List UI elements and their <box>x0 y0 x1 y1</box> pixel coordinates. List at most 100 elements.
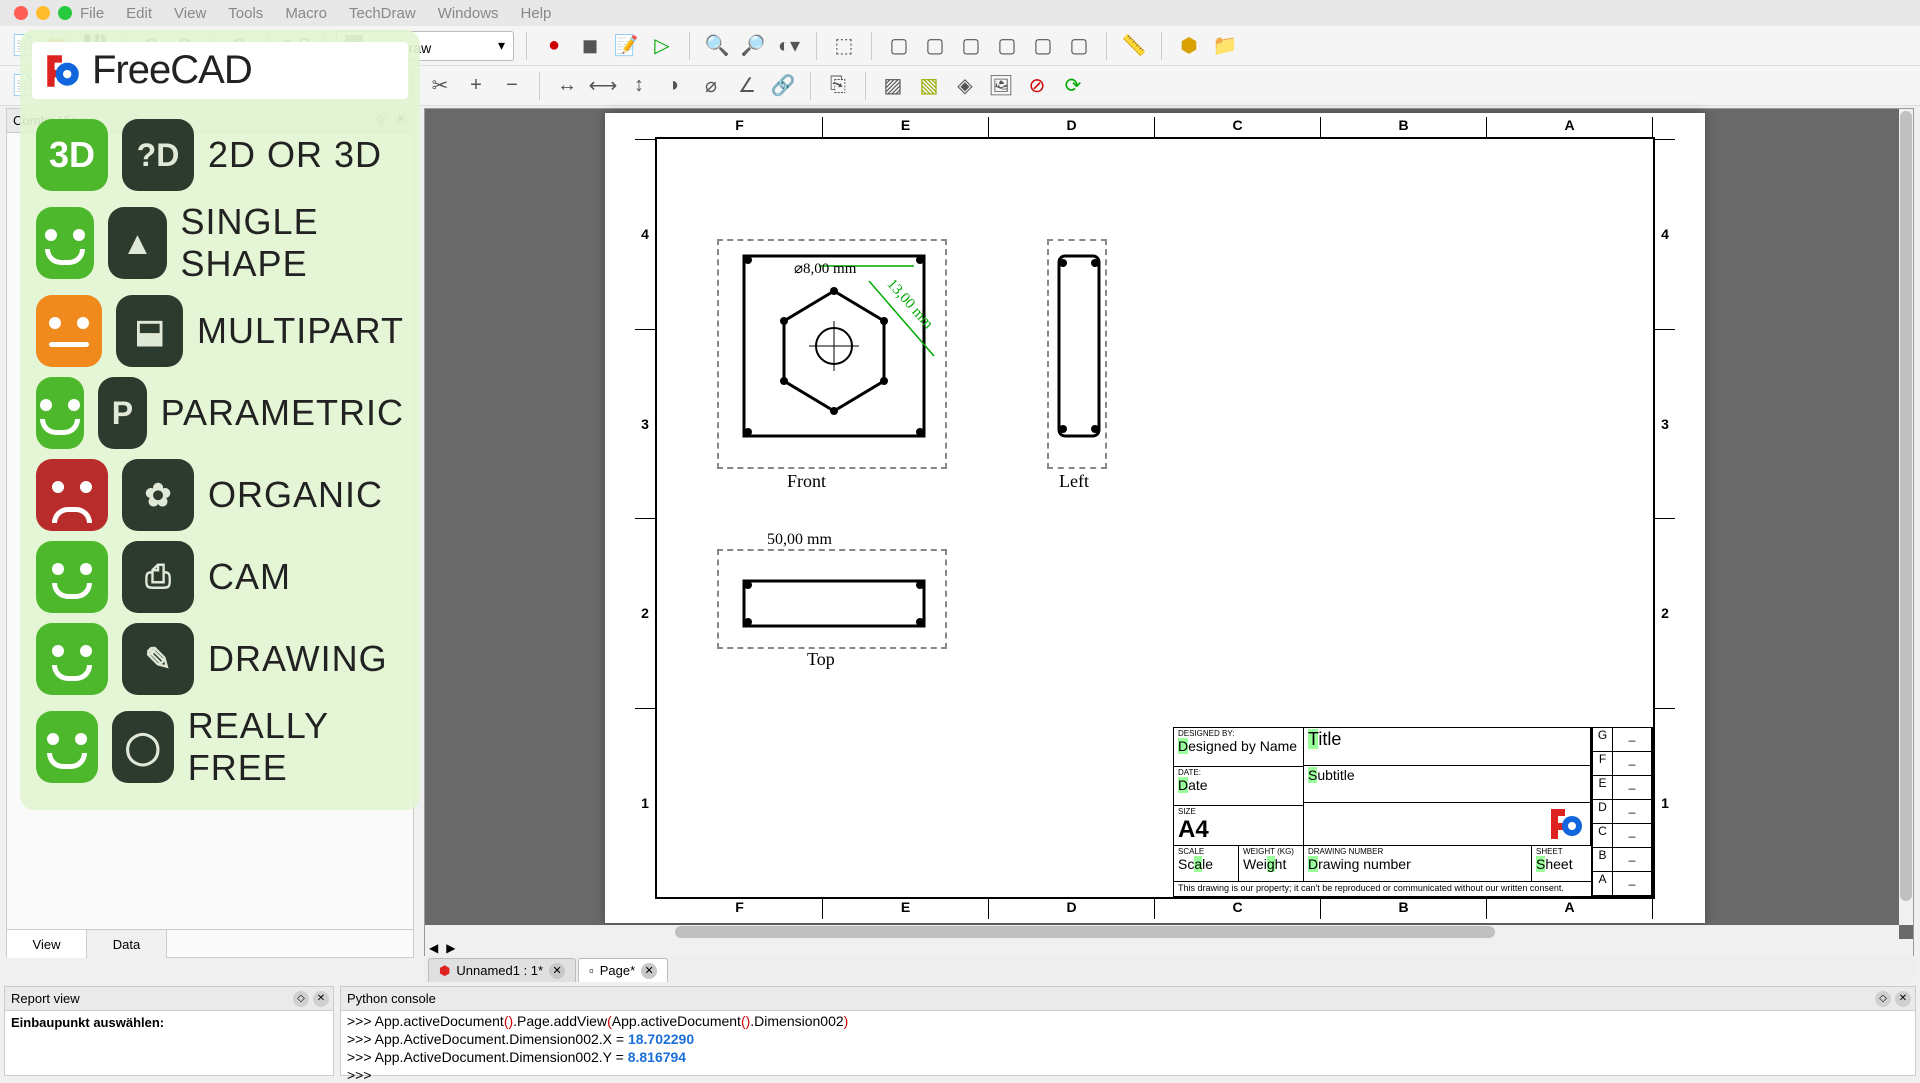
feature-row: ✎Drawing <box>36 623 404 695</box>
dim-length-icon[interactable]: ↔ <box>552 71 582 101</box>
part-icon[interactable]: ⬢ <box>1174 31 1204 61</box>
feature-label: Single Shape <box>181 201 404 285</box>
dim-diameter-icon[interactable]: ⌀ <box>696 71 726 101</box>
geomhatch-icon[interactable]: ▧ <box>914 71 944 101</box>
dim-angle-icon[interactable]: ∠ <box>732 71 762 101</box>
macro-play-icon[interactable]: ▷ <box>647 31 677 61</box>
legal-text: This drawing is our property; it can't b… <box>1174 882 1592 896</box>
menu-techdraw[interactable]: TechDraw <box>349 5 416 22</box>
panel-float-icon[interactable]: ◇ <box>1875 991 1891 1007</box>
face-green-icon <box>36 623 108 695</box>
drawing-viewport[interactable]: FEDCBA FEDCBA 1234 1234 ⌀8,00 mm 13,00 m… <box>424 108 1914 958</box>
fit-sel-icon[interactable]: 🔎 <box>738 31 768 61</box>
measure-icon[interactable]: 📏 <box>1119 31 1149 61</box>
group-icon[interactable]: 📁 <box>1210 31 1240 61</box>
face-green-icon <box>36 207 94 279</box>
window-controls[interactable] <box>14 6 72 20</box>
dim-link-icon[interactable]: 🔗 <box>768 71 798 101</box>
python-console-output[interactable]: >>> App.activeDocument().Page.addView(Ap… <box>341 1011 1915 1083</box>
panel-close-icon[interactable]: ✕ <box>1895 991 1911 1007</box>
clip-add-icon[interactable]: + <box>461 71 491 101</box>
doc-tab-page[interactable]: ▫Page*✕ <box>578 958 668 982</box>
fit-all-icon[interactable]: 🔍 <box>702 31 732 61</box>
feature-glyph-icon: ✿ <box>122 459 194 531</box>
menu-view[interactable]: View <box>174 5 206 22</box>
feature-label: Multipart <box>197 310 404 352</box>
close-icon[interactable]: ✕ <box>549 963 565 979</box>
report-title: Report view <box>11 991 80 1006</box>
nav-next-icon[interactable]: ▶ <box>446 941 455 955</box>
menu-macro[interactable]: Macro <box>285 5 327 22</box>
menu-windows[interactable]: Windows <box>438 5 499 22</box>
menu-file[interactable]: File <box>80 5 104 22</box>
python-console-panel: Python console◇✕ >>> App.activeDocument(… <box>340 986 1916 1076</box>
combo-tab-data[interactable]: Data <box>87 930 167 958</box>
freecad-logo: FreeCAD <box>32 42 408 99</box>
face-green-icon <box>36 541 108 613</box>
redraw-icon[interactable]: ⟳ <box>1058 71 1088 101</box>
view-front[interactable]: ⌀8,00 mm 13,00 mm <box>717 239 947 469</box>
feature-label: Really Free <box>188 705 404 789</box>
iso-icon[interactable]: ⬚ <box>829 31 859 61</box>
report-message: Einbaupunkt auswählen: <box>11 1015 164 1030</box>
drawstyle-icon[interactable]: ◐▾ <box>774 31 804 61</box>
horizontal-scrollbar[interactable] <box>425 925 1899 939</box>
view-left-icon[interactable]: ▢ <box>1064 31 1094 61</box>
view-top-icon[interactable]: ▢ <box>920 31 950 61</box>
image-icon[interactable]: 🖼 <box>986 71 1016 101</box>
feature-label: Organic <box>208 474 383 516</box>
feature-overlay: FreeCAD 3D?D2D or 3D▲Single Shape⬓Multip… <box>20 30 420 810</box>
macro-stop-icon[interactable]: ◼ <box>575 31 605 61</box>
feature-label: 2D or 3D <box>208 134 382 176</box>
feature-glyph-icon: P <box>98 377 146 449</box>
feature-row: ⎙CAM <box>36 541 404 613</box>
feature-row: ⬓Multipart <box>36 295 404 367</box>
drawing-page[interactable]: FEDCBA FEDCBA 1234 1234 ⌀8,00 mm 13,00 m… <box>605 113 1705 923</box>
maximize-icon[interactable] <box>58 6 72 20</box>
report-view-panel: Report view ◇✕ Einbaupunkt auswählen: <box>4 986 334 1076</box>
doc-tab-model[interactable]: ⬢Unnamed1 : 1*✕ <box>428 958 576 982</box>
close-icon[interactable]: ✕ <box>641 963 657 979</box>
face-green-icon <box>36 711 98 783</box>
hatch-icon[interactable]: ▨ <box>878 71 908 101</box>
view-top[interactable] <box>717 549 947 649</box>
symbol-icon[interactable]: ◈ <box>950 71 980 101</box>
panel-float-icon[interactable]: ◇ <box>293 991 309 1007</box>
feature-glyph-icon: ✎ <box>122 623 194 695</box>
view-bottom-icon[interactable]: ▢ <box>1028 31 1058 61</box>
menu-bar: File Edit View Tools Macro TechDraw Wind… <box>0 0 1920 26</box>
title-block[interactable]: DESIGNED BY:Designed by Name DATE:Date S… <box>1173 727 1653 897</box>
panel-close-icon[interactable]: ✕ <box>313 991 329 1007</box>
toggle-frame-icon[interactable]: ⊘ <box>1022 71 1052 101</box>
feature-glyph-icon: ⎙ <box>122 541 194 613</box>
feature-row: ◯Really Free <box>36 705 404 789</box>
brand-text: FreeCAD <box>92 48 252 93</box>
view-rear-icon[interactable]: ▢ <box>992 31 1022 61</box>
export-svg-icon[interactable]: ⎘ <box>823 71 853 101</box>
dim-horiz-icon[interactable]: ⟷ <box>588 71 618 101</box>
combo-tab-view[interactable]: View <box>7 930 87 958</box>
menu-edit[interactable]: Edit <box>126 5 152 22</box>
clip-remove-icon[interactable]: − <box>497 71 527 101</box>
face-red-icon <box>36 459 108 531</box>
close-icon[interactable] <box>14 6 28 20</box>
view-front-label: Front <box>787 471 826 492</box>
revision-column: G_F_E_D_C_B_A_ <box>1592 728 1652 896</box>
dim-hole: ⌀8,00 mm <box>794 259 856 278</box>
macro-record-icon[interactable]: ● <box>539 31 569 61</box>
nav-prev-icon[interactable]: ◀ <box>429 941 438 955</box>
feature-glyph-icon: ▲ <box>108 207 166 279</box>
view-front-icon[interactable]: ▢ <box>884 31 914 61</box>
vertical-scrollbar[interactable] <box>1899 109 1913 925</box>
menu-help[interactable]: Help <box>521 5 552 22</box>
view-left[interactable] <box>1047 239 1107 469</box>
menu-tools[interactable]: Tools <box>228 5 263 22</box>
macro-edit-icon[interactable]: 📝 <box>611 31 641 61</box>
dim-vert-icon[interactable]: ↕ <box>624 71 654 101</box>
feature-glyph-icon: ◯ <box>112 711 174 783</box>
clip-group-icon[interactable]: ✂ <box>425 71 455 101</box>
minimize-icon[interactable] <box>36 6 50 20</box>
dim-radius-icon[interactable]: ◗ <box>660 71 690 101</box>
view-right-icon[interactable]: ▢ <box>956 31 986 61</box>
feature-row: ▲Single Shape <box>36 201 404 285</box>
